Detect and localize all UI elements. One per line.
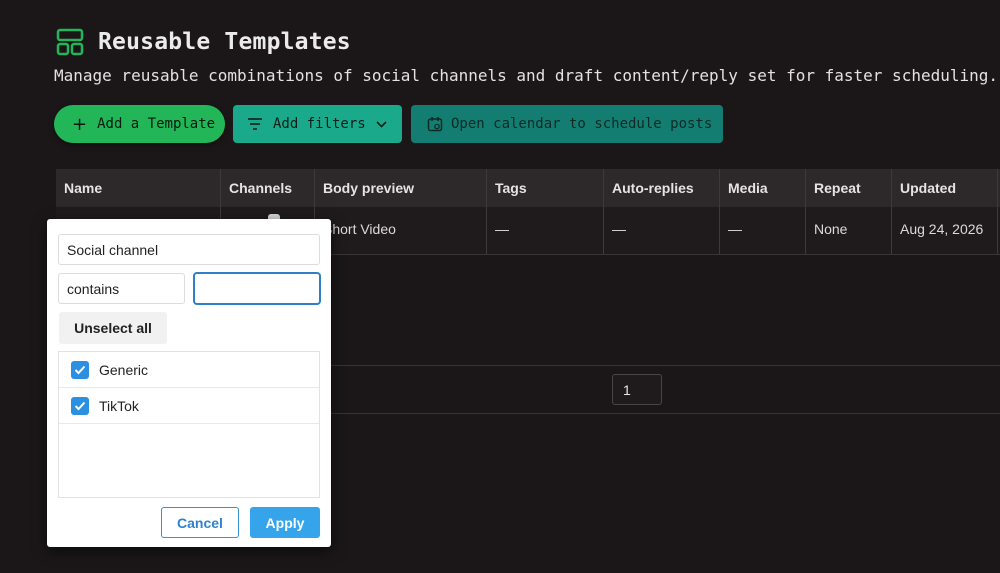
toolbar: + Add a Template Add filters Open calend… <box>54 105 723 143</box>
cell-repeat: None <box>806 207 892 254</box>
plus-icon: + <box>72 113 88 135</box>
filter-operator-select[interactable]: contains <box>58 273 185 304</box>
filter-value-input[interactable] <box>193 272 321 305</box>
table-header: Name Channels Body preview Tags Auto-rep… <box>56 169 1000 207</box>
column-header-channels[interactable]: Channels <box>221 169 315 207</box>
column-header-auto-replies[interactable]: Auto-replies <box>604 169 720 207</box>
calendar-icon <box>427 117 443 132</box>
option-label: TikTok <box>99 397 139 414</box>
list-item[interactable]: Generic <box>59 352 319 388</box>
column-header-repeat[interactable]: Repeat <box>806 169 892 207</box>
layout-icon <box>56 28 84 56</box>
page-title: Reusable Templates <box>98 29 351 55</box>
cell-media: — <box>720 207 806 254</box>
cell-updated: Aug 24, 2026 <box>892 207 998 254</box>
cell-tags: — <box>487 207 604 254</box>
cancel-button[interactable]: Cancel <box>161 507 239 538</box>
option-label: Generic <box>99 361 149 378</box>
open-calendar-label: Open calendar to schedule posts <box>451 116 713 132</box>
page-number-input[interactable]: 1 <box>612 374 662 405</box>
add-template-label: Add a Template <box>97 116 216 132</box>
column-header-name[interactable]: Name <box>56 169 221 207</box>
apply-button[interactable]: Apply <box>250 507 320 538</box>
checkbox-checked-icon[interactable] <box>71 360 89 379</box>
chevron-down-icon <box>376 120 387 128</box>
column-header-tags[interactable]: Tags <box>487 169 604 207</box>
checkbox-checked-icon[interactable] <box>71 396 89 415</box>
open-calendar-button[interactable]: Open calendar to schedule posts <box>411 105 723 143</box>
cell-body-preview: Short Video <box>315 207 487 254</box>
column-header-updated[interactable]: Updated <box>892 169 998 207</box>
add-template-button[interactable]: + Add a Template <box>54 105 225 143</box>
cell-auto-replies: — <box>604 207 720 254</box>
page-header: Reusable Templates <box>56 28 351 56</box>
filter-lines-icon <box>248 118 262 130</box>
column-header-media[interactable]: Media <box>720 169 806 207</box>
list-item[interactable]: TikTok <box>59 388 319 424</box>
channel-options-list: Generic TikTok <box>58 351 320 498</box>
add-filters-button[interactable]: Add filters <box>233 105 402 143</box>
filter-popover: Social channel contains Unselect all Gen… <box>47 219 331 547</box>
page-subtitle: Manage reusable combinations of social c… <box>54 66 999 85</box>
add-filters-label: Add filters <box>273 116 366 132</box>
unselect-all-button[interactable]: Unselect all <box>59 312 167 344</box>
column-header-body-preview[interactable]: Body preview <box>315 169 487 207</box>
filter-field-select[interactable]: Social channel <box>58 234 320 265</box>
